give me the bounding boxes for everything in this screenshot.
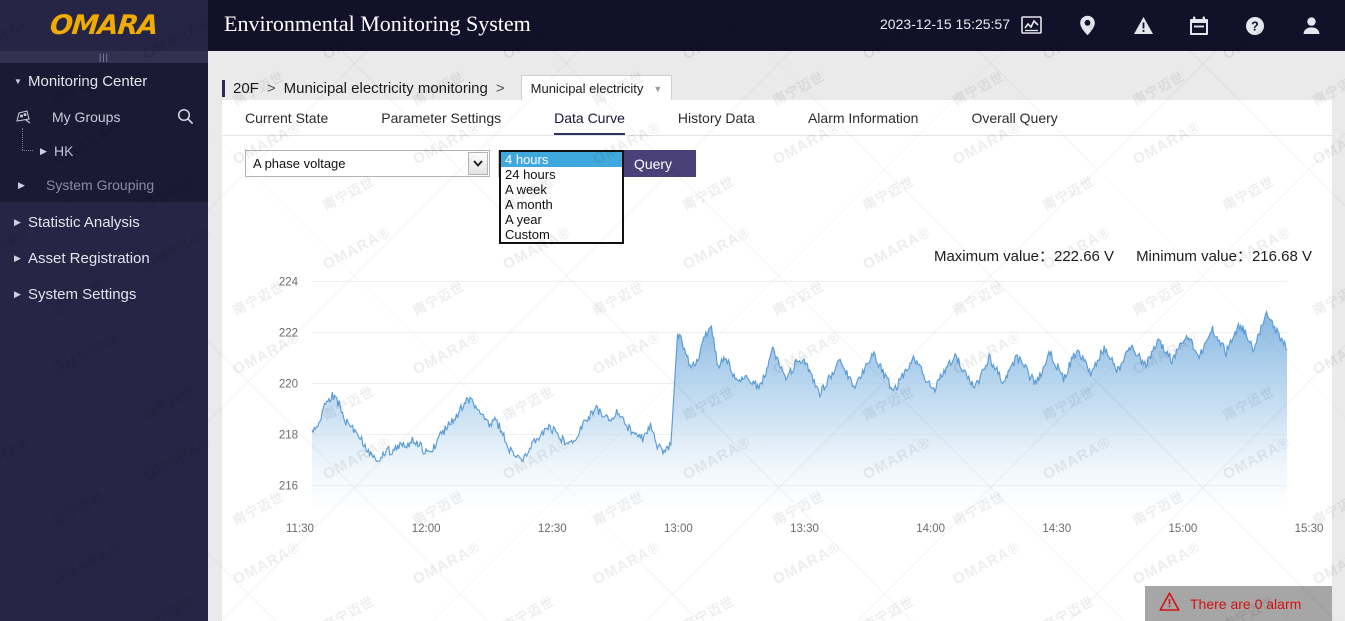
main-content: 20F > Municipal electricity monitoring >… xyxy=(208,51,1345,621)
time-range-listbox[interactable]: 4 hours 24 hours A week A month A year C… xyxy=(499,150,624,244)
tab-parameter-settings[interactable]: Parameter Settings xyxy=(381,110,501,135)
sidebar-collapse-grip[interactable]: ||| xyxy=(0,51,208,63)
sidebar: ||| ▼ Monitoring Center My Groups ▶ HK ▶… xyxy=(0,51,208,621)
alarm-toast[interactable]: There are 0 alarm xyxy=(1145,586,1332,621)
metric-select-value: A phase voltage xyxy=(253,156,346,171)
chart-y-tick-label: 220 xyxy=(279,378,298,390)
tab-bar: Current State Parameter Settings Data Cu… xyxy=(222,100,1332,136)
help-icon[interactable]: ? xyxy=(1227,0,1283,51)
breadcrumb-separator: > xyxy=(266,80,276,97)
search-icon[interactable] xyxy=(177,108,194,128)
breadcrumb-device-select-value: Municipal electricity xyxy=(530,81,644,96)
chart-y-tick-label: 218 xyxy=(279,430,298,442)
svg-text:?: ? xyxy=(1251,19,1259,33)
chart-y-tick-label: 222 xyxy=(279,327,298,339)
brand-logo[interactable]: OMARA xyxy=(0,0,208,51)
chart-x-tick-label: 15:00 xyxy=(1168,523,1197,535)
header-datetime: 2023-12-15 15:25:57 xyxy=(880,16,1010,32)
sidebar-item-system-grouping[interactable]: ▶ System Grouping xyxy=(0,168,208,202)
sidebar-item-label: HK xyxy=(54,143,74,159)
chevron-down-icon: ▼ xyxy=(653,83,663,94)
page-title: Environmental Monitoring System xyxy=(224,11,531,36)
time-range-option-4-hours[interactable]: 4 hours xyxy=(501,152,622,167)
warning-triangle-icon xyxy=(1159,591,1180,616)
tree-connector xyxy=(22,128,38,168)
time-range-option-a-month[interactable]: A month xyxy=(501,197,622,212)
breadcrumb-separator: > xyxy=(495,80,505,97)
chevron-right-icon: ▶ xyxy=(14,288,21,299)
breadcrumb-item-node[interactable]: Municipal electricity monitoring xyxy=(284,80,488,97)
chart-x-tick-label: 14:00 xyxy=(916,523,945,535)
time-range-option-24-hours[interactable]: 24 hours xyxy=(501,167,622,182)
alarm-warning-icon[interactable] xyxy=(1115,0,1171,51)
sidebar-item-label: Monitoring Center xyxy=(28,73,148,90)
chart-x-tick-label: 11:30 xyxy=(286,523,314,535)
control-bar: A phase voltage Y-axis ɪ Y-axis ɪ Query xyxy=(245,150,696,177)
sidebar-item-label: System Settings xyxy=(28,285,137,303)
brand-logo-text: OMARA xyxy=(48,10,160,41)
chevron-right-icon: ▶ xyxy=(14,216,21,227)
chevron-right-icon: ▶ xyxy=(40,145,47,156)
sidebar-item-hk[interactable]: ▶ HK xyxy=(0,128,208,168)
chart-x-tick-label: 15:30 xyxy=(1295,523,1324,535)
location-pin-icon[interactable] xyxy=(1059,0,1115,51)
sidebar-item-asset-registration[interactable]: ▶ Asset Registration xyxy=(0,240,208,276)
tab-alarm-information[interactable]: Alarm Information xyxy=(808,110,918,135)
sidebar-item-monitoring-center[interactable]: ▼ Monitoring Center xyxy=(0,63,208,100)
tab-current-state[interactable]: Current State xyxy=(245,110,328,135)
chart-x-tick-label: 14:30 xyxy=(1042,523,1071,535)
breadcrumb-accent-bar xyxy=(222,80,225,97)
tab-data-curve[interactable]: Data Curve xyxy=(554,110,625,135)
chart-x-tick-label: 13:00 xyxy=(664,523,693,535)
monitor-chart-icon[interactable] xyxy=(1003,0,1059,51)
chevron-down-icon[interactable] xyxy=(468,152,488,175)
chevron-right-icon: ▶ xyxy=(18,179,25,190)
chevron-right-icon: ▶ xyxy=(14,252,21,263)
sidebar-item-system-settings[interactable]: ▶ System Settings xyxy=(0,276,208,312)
breadcrumb-item-root[interactable]: 20F xyxy=(233,80,259,97)
header-icon-bar: ? xyxy=(1003,0,1339,51)
chart-x-tick-label: 12:30 xyxy=(538,523,567,535)
time-range-option-custom[interactable]: Custom xyxy=(501,227,622,242)
chart-area-fill xyxy=(312,311,1287,506)
sidebar-item-statistic-analysis[interactable]: ▶ Statistic Analysis xyxy=(0,204,208,240)
tab-history-data[interactable]: History Data xyxy=(678,110,755,135)
sidebar-group-monitoring: ▼ Monitoring Center My Groups ▶ HK ▶ Sys xyxy=(0,63,208,202)
tab-overall-query[interactable]: Overall Query xyxy=(971,110,1057,135)
user-account-icon[interactable] xyxy=(1283,0,1339,51)
sidebar-item-my-groups[interactable]: My Groups xyxy=(0,100,208,134)
sidebar-item-label: System Grouping xyxy=(46,177,155,193)
sidebar-item-label: My Groups xyxy=(52,109,121,125)
breadcrumb: 20F > Municipal electricity monitoring >… xyxy=(222,75,673,102)
calendar-icon[interactable] xyxy=(1171,0,1227,51)
sidebar-item-label: Statistic Analysis xyxy=(28,213,140,231)
breadcrumb-device-select[interactable]: Municipal electricity ▼ xyxy=(520,75,673,102)
chart-y-axis-labels: 216 218 220 222 224 xyxy=(279,276,299,492)
time-range-option-a-week[interactable]: A week xyxy=(501,182,622,197)
group-icon xyxy=(16,110,38,124)
chart-x-tick-label: 12:00 xyxy=(412,523,441,535)
content-card: Current State Parameter Settings Data Cu… xyxy=(222,100,1332,621)
top-header: OMARA Environmental Monitoring System 20… xyxy=(0,0,1345,51)
time-range-option-a-year[interactable]: A year xyxy=(501,212,622,227)
app-root: OMARA Environmental Monitoring System 20… xyxy=(0,0,1345,621)
chart-x-axis-labels: 11:30 12:00 12:30 13:00 13:30 14:00 14:30 15:00… xyxy=(286,523,1323,535)
chart-y-tick-label: 216 xyxy=(279,481,298,493)
chevron-down-icon: ▼ xyxy=(14,77,22,86)
sidebar-item-label: Asset Registration xyxy=(28,249,150,267)
data-curve-chart[interactable]: 216 218 220 222 224 11:30 12:00 12:30 13:00 13:3… xyxy=(222,250,1332,550)
alarm-toast-text: There are 0 alarm xyxy=(1190,595,1302,612)
chart-x-tick-label: 13:30 xyxy=(790,523,819,535)
chart-svg: 216 218 220 222 224 11:30 12:00 12:30 13:00 13:3… xyxy=(279,276,1324,535)
chart-y-tick-label: 224 xyxy=(279,276,299,288)
metric-select[interactable]: A phase voltage xyxy=(245,150,490,177)
